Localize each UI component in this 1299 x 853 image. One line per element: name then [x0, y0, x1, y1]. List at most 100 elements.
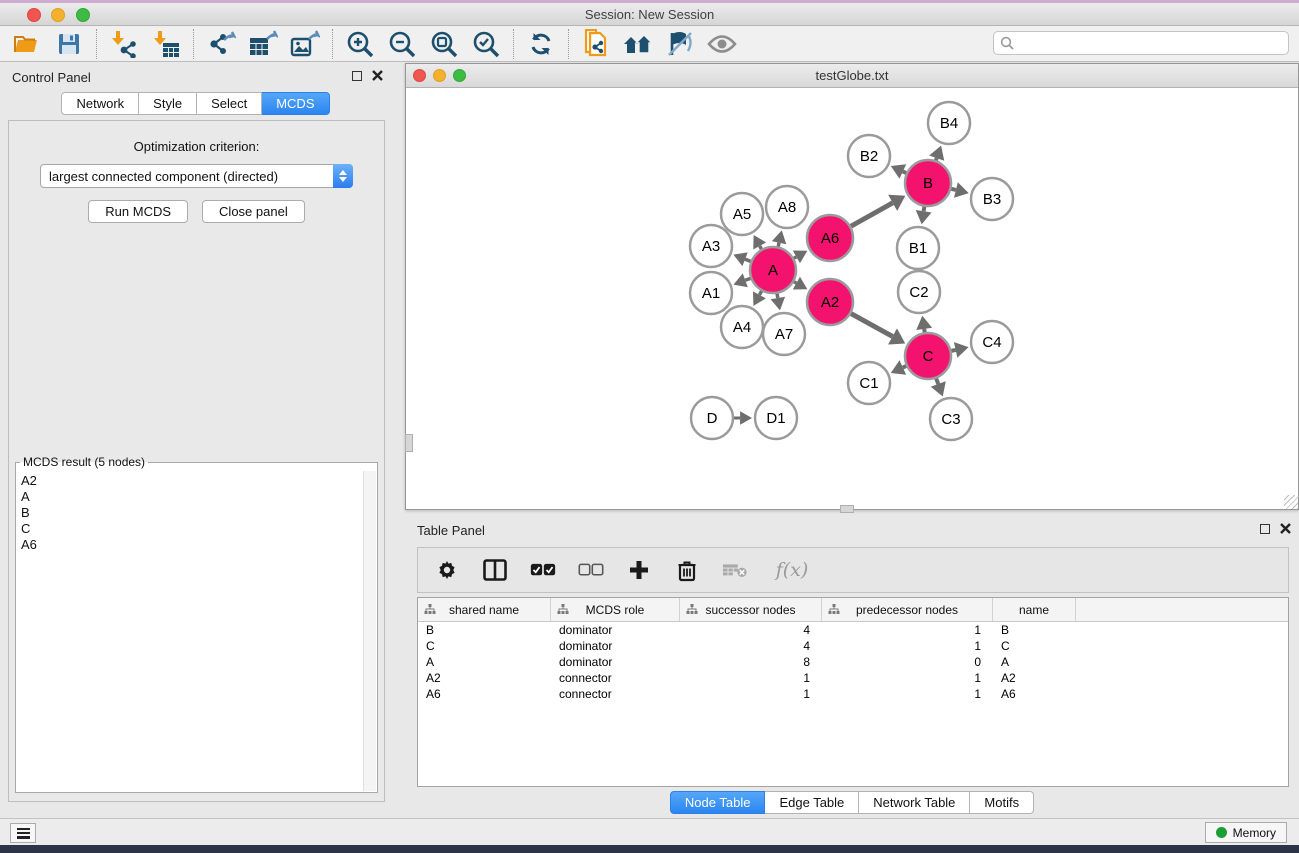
mcds-result-item[interactable]: C: [21, 521, 358, 537]
graph-edge-C-C1[interactable]: [903, 366, 906, 368]
zoom-fit-icon[interactable]: [427, 29, 461, 59]
import-network-icon[interactable]: [107, 29, 141, 59]
graph-edge-A-A4[interactable]: [759, 291, 761, 295]
float-panel-icon[interactable]: [352, 71, 362, 81]
table-row[interactable]: Bdominator41B: [418, 622, 1288, 638]
window-resize-grip[interactable]: [1284, 495, 1298, 509]
search-box[interactable]: [993, 31, 1289, 55]
split-view-icon[interactable]: [482, 557, 508, 583]
table-row[interactable]: Adominator80A: [418, 654, 1288, 670]
table-cell[interactable]: C: [993, 638, 1076, 654]
memory-button[interactable]: Memory: [1205, 822, 1287, 843]
run-mcds-button[interactable]: Run MCDS: [88, 200, 188, 223]
graph-edge-A-A5[interactable]: [760, 246, 762, 249]
mcds-result-list[interactable]: A2ABCA6: [17, 471, 362, 791]
table-cell[interactable]: connector: [551, 686, 680, 702]
first-neighbors-icon[interactable]: [621, 29, 655, 59]
column-header-successor-nodes[interactable]: successor nodes: [680, 598, 822, 621]
close-panel-button[interactable]: Close panel: [202, 200, 305, 223]
tab-mcds[interactable]: MCDS: [262, 92, 329, 115]
graph-edge-A2-C[interactable]: [851, 314, 893, 337]
delete-table-icon[interactable]: [722, 557, 748, 583]
table-cell[interactable]: connector: [551, 670, 680, 686]
splitter-handle-bottom[interactable]: [840, 505, 854, 513]
table-cell[interactable]: 1: [680, 670, 822, 686]
table-cell[interactable]: C: [418, 638, 551, 654]
table-row[interactable]: Cdominator41C: [418, 638, 1288, 654]
mcds-result-item[interactable]: A: [21, 489, 358, 505]
show-all-icon[interactable]: [705, 29, 739, 59]
table-cell[interactable]: dominator: [551, 622, 680, 638]
hide-selected-icon[interactable]: [663, 29, 697, 59]
zoom-in-icon[interactable]: [343, 29, 377, 59]
table-cell[interactable]: A: [418, 654, 551, 670]
tab-edge-table[interactable]: Edge Table: [765, 791, 859, 814]
graph-edge-B-B2[interactable]: [903, 171, 906, 173]
zoom-out-icon[interactable]: [385, 29, 419, 59]
open-file-icon[interactable]: [10, 29, 44, 59]
export-table-icon[interactable]: [246, 29, 280, 59]
table-cell[interactable]: 1: [822, 686, 993, 702]
table-cell[interactable]: dominator: [551, 654, 680, 670]
mcds-result-item[interactable]: B: [21, 505, 358, 521]
table-cell[interactable]: A6: [418, 686, 551, 702]
graph-edge-B-B1[interactable]: [924, 207, 925, 212]
table-cell[interactable]: 0: [822, 654, 993, 670]
graph-edge-A-A6[interactable]: [794, 257, 796, 258]
graph-edge-A-A2[interactable]: [794, 282, 796, 283]
tab-motifs[interactable]: Motifs: [970, 791, 1034, 814]
mcds-result-item[interactable]: A2: [21, 473, 358, 489]
network-canvas[interactable]: B4B2BB3A5A8A6A3B1AA1C2A2A4A7C4CC1C3DD1: [406, 88, 1298, 509]
table-cell[interactable]: dominator: [551, 638, 680, 654]
search-input[interactable]: [1014, 36, 1282, 50]
graph-edge-A6-B[interactable]: [851, 203, 893, 226]
graph-edge-B-B3[interactable]: [951, 189, 956, 190]
save-session-icon[interactable]: [52, 29, 86, 59]
mcds-result-item[interactable]: A6: [21, 537, 358, 553]
graph-edge-C-C4[interactable]: [951, 350, 955, 351]
table-cell[interactable]: 1: [680, 686, 822, 702]
close-panel-icon[interactable]: [372, 70, 383, 81]
tab-network-table[interactable]: Network Table: [859, 791, 970, 814]
table-cell[interactable]: A2: [418, 670, 551, 686]
tab-network[interactable]: Network: [61, 92, 139, 115]
node-table[interactable]: shared nameMCDS rolesuccessor nodesprede…: [417, 597, 1289, 787]
table-cell[interactable]: 1: [822, 638, 993, 654]
column-header-name[interactable]: name: [993, 598, 1076, 621]
float-table-panel-icon[interactable]: [1260, 524, 1270, 534]
refresh-icon[interactable]: [524, 29, 558, 59]
network-window-titlebar[interactable]: testGlobe.txt: [406, 64, 1298, 88]
table-cell[interactable]: 4: [680, 638, 822, 654]
graph-edge-B-B4[interactable]: [936, 158, 937, 160]
zoom-selected-icon[interactable]: [469, 29, 503, 59]
column-header-shared-name[interactable]: shared name: [418, 598, 551, 621]
splitter-handle-left[interactable]: [405, 434, 413, 452]
table-cell[interactable]: A6: [993, 686, 1076, 702]
table-cell[interactable]: B: [418, 622, 551, 638]
table-cell[interactable]: B: [993, 622, 1076, 638]
graph-edge-A-A8[interactable]: [778, 243, 779, 247]
graph-edge-C-C3[interactable]: [936, 379, 938, 385]
export-network-icon[interactable]: [204, 29, 238, 59]
table-cell[interactable]: 1: [822, 670, 993, 686]
graph-edge-A-A7[interactable]: [777, 294, 778, 298]
new-network-from-selection-icon[interactable]: [579, 29, 613, 59]
table-settings-icon[interactable]: [434, 557, 460, 583]
table-row[interactable]: A6connector11A6: [418, 686, 1288, 702]
import-table-icon[interactable]: [149, 29, 183, 59]
task-history-button[interactable]: [10, 823, 36, 843]
table-cell[interactable]: 4: [680, 622, 822, 638]
add-column-icon[interactable]: [626, 557, 652, 583]
graph-edge-A-A3[interactable]: [745, 259, 751, 261]
tab-select[interactable]: Select: [197, 92, 262, 115]
table-cell[interactable]: 1: [822, 622, 993, 638]
column-header-predecessor-nodes[interactable]: predecessor nodes: [822, 598, 993, 621]
export-image-icon[interactable]: [288, 29, 322, 59]
function-builder-icon[interactable]: f(x): [770, 557, 814, 583]
table-cell[interactable]: 8: [680, 654, 822, 670]
criterion-dropdown[interactable]: largest connected component (directed): [40, 164, 353, 188]
select-all-columns-icon[interactable]: [530, 557, 556, 583]
delete-columns-icon[interactable]: [674, 557, 700, 583]
result-scrollbar[interactable]: [363, 471, 376, 791]
close-table-panel-icon[interactable]: [1280, 523, 1291, 534]
